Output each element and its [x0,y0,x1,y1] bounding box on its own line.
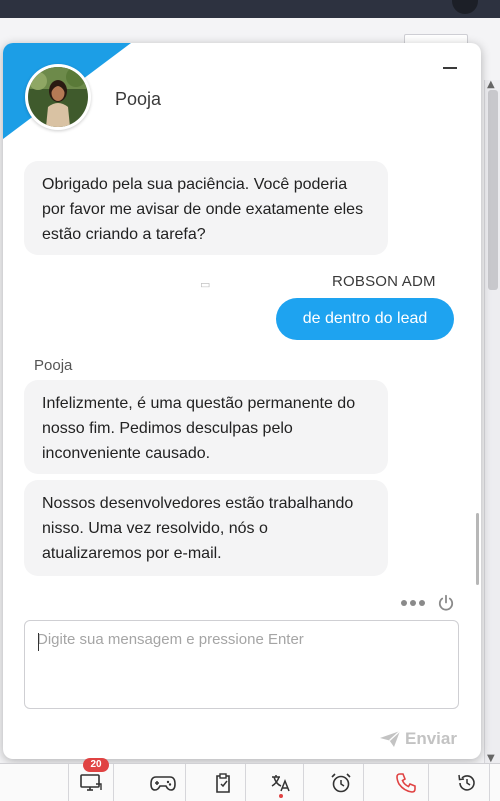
toolbar-clipboard[interactable] [200,764,246,801]
chat-widget: Pooja Obrigado pela sua paciência. Você … [3,43,481,759]
send-button[interactable]: Enviar [379,728,457,750]
message-sender: ROBSON ADM [332,273,436,290]
translate-icon [271,775,290,792]
history-icon [457,774,475,791]
screen-share-icon [80,774,102,791]
agent-photo [28,67,88,127]
message-sender: Pooja [34,357,73,374]
end-chat-icon[interactable] [437,594,455,612]
agent-avatar [25,64,91,130]
phone-icon [395,773,416,793]
app-scrollbar[interactable]: ▲ ▼ [484,79,500,764]
chat-actions [401,592,455,614]
message-bubble-outgoing: de dentro do lead [276,298,454,340]
chat-scrollbar[interactable] [476,513,479,585]
scroll-up-icon[interactable]: ▲ [487,79,495,90]
app-top-bar [0,0,500,18]
send-label: Enviar [405,729,457,748]
toolbar-games[interactable] [140,764,186,801]
alarm-clock-icon [330,773,351,793]
toolbar-translate[interactable] [258,764,304,801]
bottom-toolbar: 20 [0,758,500,801]
user-avatar[interactable] [452,0,478,14]
message-bubble-incoming: Nossos desenvolvedores estão trabalhando… [24,480,388,576]
message-input[interactable] [24,620,459,709]
minimize-button[interactable] [443,67,457,69]
notification-dot [279,794,283,798]
message-bubble-incoming: Obrigado pela sua paciência. Você poderi… [24,161,388,255]
gamepad-icon [149,776,176,791]
agent-name: Pooja [115,89,162,109]
seen-icon: ▭ [200,279,211,291]
send-icon [380,730,401,747]
toolbar-history[interactable] [444,764,490,801]
toolbar-reminders[interactable] [318,764,364,801]
more-options-icon[interactable] [401,600,425,606]
clipboard-icon [215,773,230,793]
message-bubble-incoming: Infelizmente, é uma questão permanente d… [24,380,388,474]
notification-badge: 20 [83,758,109,772]
text-caret [38,633,39,651]
scrollbar-thumb[interactable] [488,90,498,290]
toolbar-phone[interactable] [383,764,429,801]
toolbar-screen-share[interactable]: 20 [68,758,114,801]
